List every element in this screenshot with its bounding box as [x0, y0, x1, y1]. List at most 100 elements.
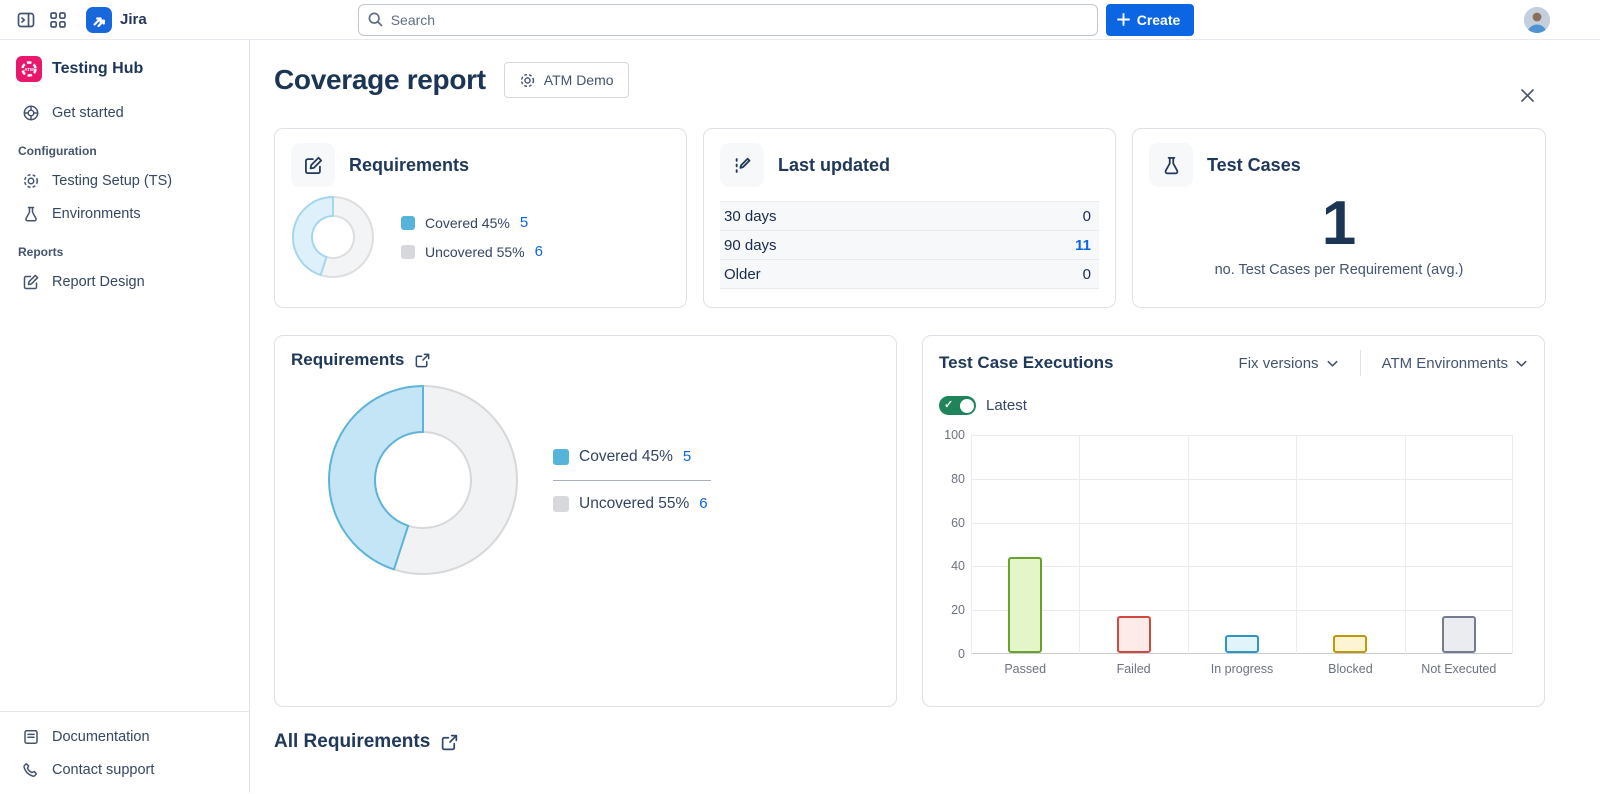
requirements-legend-small: Covered 45% 5 Uncovered 55% 6 — [401, 214, 543, 260]
last-updated-card: Last updated 30 days 0 90 days 11 Older … — [703, 128, 1116, 308]
bar-failed[interactable] — [1117, 616, 1151, 653]
app-switcher-icon[interactable] — [42, 4, 74, 36]
covered-count-link[interactable]: 5 — [520, 214, 528, 231]
y-tick-label: 40 — [951, 559, 965, 573]
legend-row-uncovered: Uncovered 55% 6 — [553, 495, 711, 513]
gear-icon — [22, 172, 40, 190]
bar-passed[interactable] — [1008, 557, 1042, 653]
user-avatar[interactable] — [1524, 7, 1550, 33]
row-label: Older — [724, 266, 761, 283]
lifebuoy-icon — [22, 104, 40, 122]
latest-toggle[interactable]: ✓ — [939, 396, 976, 415]
x-tick-label: Failed — [1079, 662, 1187, 676]
last-updated-card-icon-tile — [720, 143, 764, 187]
x-tick-label: In progress — [1188, 662, 1296, 676]
bar-not-executed[interactable] — [1442, 616, 1476, 653]
legend-row-covered: Covered 45% 5 — [553, 448, 711, 466]
sidebar-item-label: Testing Setup (TS) — [52, 173, 172, 189]
fix-versions-label: Fix versions — [1239, 355, 1319, 372]
latest-toggle-label: Latest — [986, 397, 1027, 414]
edit-icon — [22, 273, 40, 291]
sidebar-section-configuration: Configuration — [0, 130, 249, 164]
fix-versions-dropdown[interactable]: Fix versions — [1239, 355, 1339, 372]
covered-swatch — [553, 449, 569, 465]
gridline-x — [1188, 435, 1189, 654]
y-tick-label: 100 — [944, 428, 965, 442]
legend-label: Uncovered 55% — [579, 495, 689, 513]
main-content: Coverage report ATM Demo — [250, 40, 1600, 793]
gridline-y-100 — [971, 435, 1513, 436]
gridline-y-40 — [971, 566, 1513, 567]
legend-label: Covered 45% — [425, 215, 510, 231]
card-title: Last updated — [778, 155, 890, 176]
covered-swatch — [401, 216, 415, 230]
chevron-down-icon — [1326, 357, 1339, 370]
sidebar-item-contact-support[interactable]: Contact support — [6, 754, 243, 786]
top-bar: Jira Create — [0, 0, 1600, 40]
uncovered-count-link[interactable]: 6 — [699, 495, 707, 512]
external-link-icon[interactable] — [414, 352, 431, 369]
executions-filters: Fix versions ATM Environments — [1239, 350, 1528, 376]
flask-icon — [1161, 155, 1182, 176]
uncovered-count-link[interactable]: 6 — [535, 243, 543, 260]
gridline-y-60 — [971, 523, 1513, 524]
project-selector-button[interactable]: ATM Demo — [504, 62, 629, 98]
phone-icon — [22, 761, 40, 779]
x-tick-label: Blocked — [1296, 662, 1404, 676]
sidebar-item-label: Get started — [52, 105, 124, 121]
gridline-x — [1079, 435, 1080, 654]
sidebar-item-testing-setup[interactable]: Testing Setup (TS) — [6, 165, 243, 197]
document-icon — [22, 728, 40, 746]
sidebar-item-report-design[interactable]: Report Design — [6, 266, 243, 298]
legend-label: Uncovered 55% — [425, 244, 525, 260]
bar-blocked[interactable] — [1333, 635, 1367, 653]
sidebar-bottom: Documentation Contact support — [0, 711, 249, 787]
sidebar-item-environments[interactable]: Environments — [6, 198, 243, 230]
legend-row-uncovered: Uncovered 55% 6 — [401, 243, 543, 260]
gridline-y-80 — [971, 479, 1513, 480]
page-title: Coverage report — [274, 64, 486, 96]
gear-icon — [519, 72, 536, 89]
plus-icon — [1116, 12, 1131, 27]
legend-row-covered: Covered 45% 5 — [401, 214, 543, 231]
table-row: 30 days 0 — [720, 202, 1099, 231]
x-tick-label: Passed — [971, 662, 1079, 676]
gridline-x — [971, 435, 972, 654]
flask-icon — [22, 205, 40, 223]
y-tick-label: 0 — [958, 647, 965, 661]
bar-in-progress[interactable] — [1225, 635, 1259, 653]
sidebar-toggle-icon[interactable] — [10, 4, 42, 36]
create-button-label: Create — [1137, 12, 1181, 28]
filter-divider — [1360, 350, 1361, 376]
sidebar-item-documentation[interactable]: Documentation — [6, 721, 243, 753]
row-label: 30 days — [724, 208, 777, 225]
test-cases-value: 1 — [1149, 191, 1529, 256]
atm-environments-dropdown[interactable]: ATM Environments — [1382, 355, 1528, 372]
row-value-link[interactable]: 11 — [1075, 237, 1091, 254]
gridline-x — [1512, 435, 1513, 654]
search-icon — [367, 11, 384, 33]
all-requirements-link[interactable]: All Requirements — [274, 731, 1600, 753]
y-tick-label: 80 — [951, 472, 965, 486]
jira-logo-icon[interactable] — [86, 7, 112, 33]
atm-environments-label: ATM Environments — [1382, 355, 1508, 372]
row-label: 90 days — [724, 237, 777, 254]
search-input[interactable] — [358, 4, 1098, 36]
y-tick-label: 60 — [951, 516, 965, 530]
covered-count-link[interactable]: 5 — [683, 448, 691, 465]
close-icon[interactable] — [1516, 84, 1538, 106]
sidebar-item-get-started[interactable]: Get started — [6, 97, 243, 129]
sidebar: ATM Testing Hub Get started Configuratio… — [0, 40, 250, 793]
uncovered-swatch — [401, 245, 415, 259]
edit-icon — [303, 155, 324, 176]
row-value: 0 — [1083, 208, 1091, 225]
gridline-x — [1405, 435, 1406, 654]
external-link-icon — [440, 733, 459, 752]
gridline-y-20 — [971, 610, 1513, 611]
app-name: Jira — [120, 11, 147, 28]
create-button[interactable]: Create — [1106, 4, 1195, 36]
requirements-donut-chart-large — [327, 384, 519, 576]
card-title: Test Case Executions — [939, 353, 1113, 373]
table-row: 90 days 11 — [720, 231, 1099, 260]
testing-hub-logo-icon: ATM — [16, 56, 42, 82]
